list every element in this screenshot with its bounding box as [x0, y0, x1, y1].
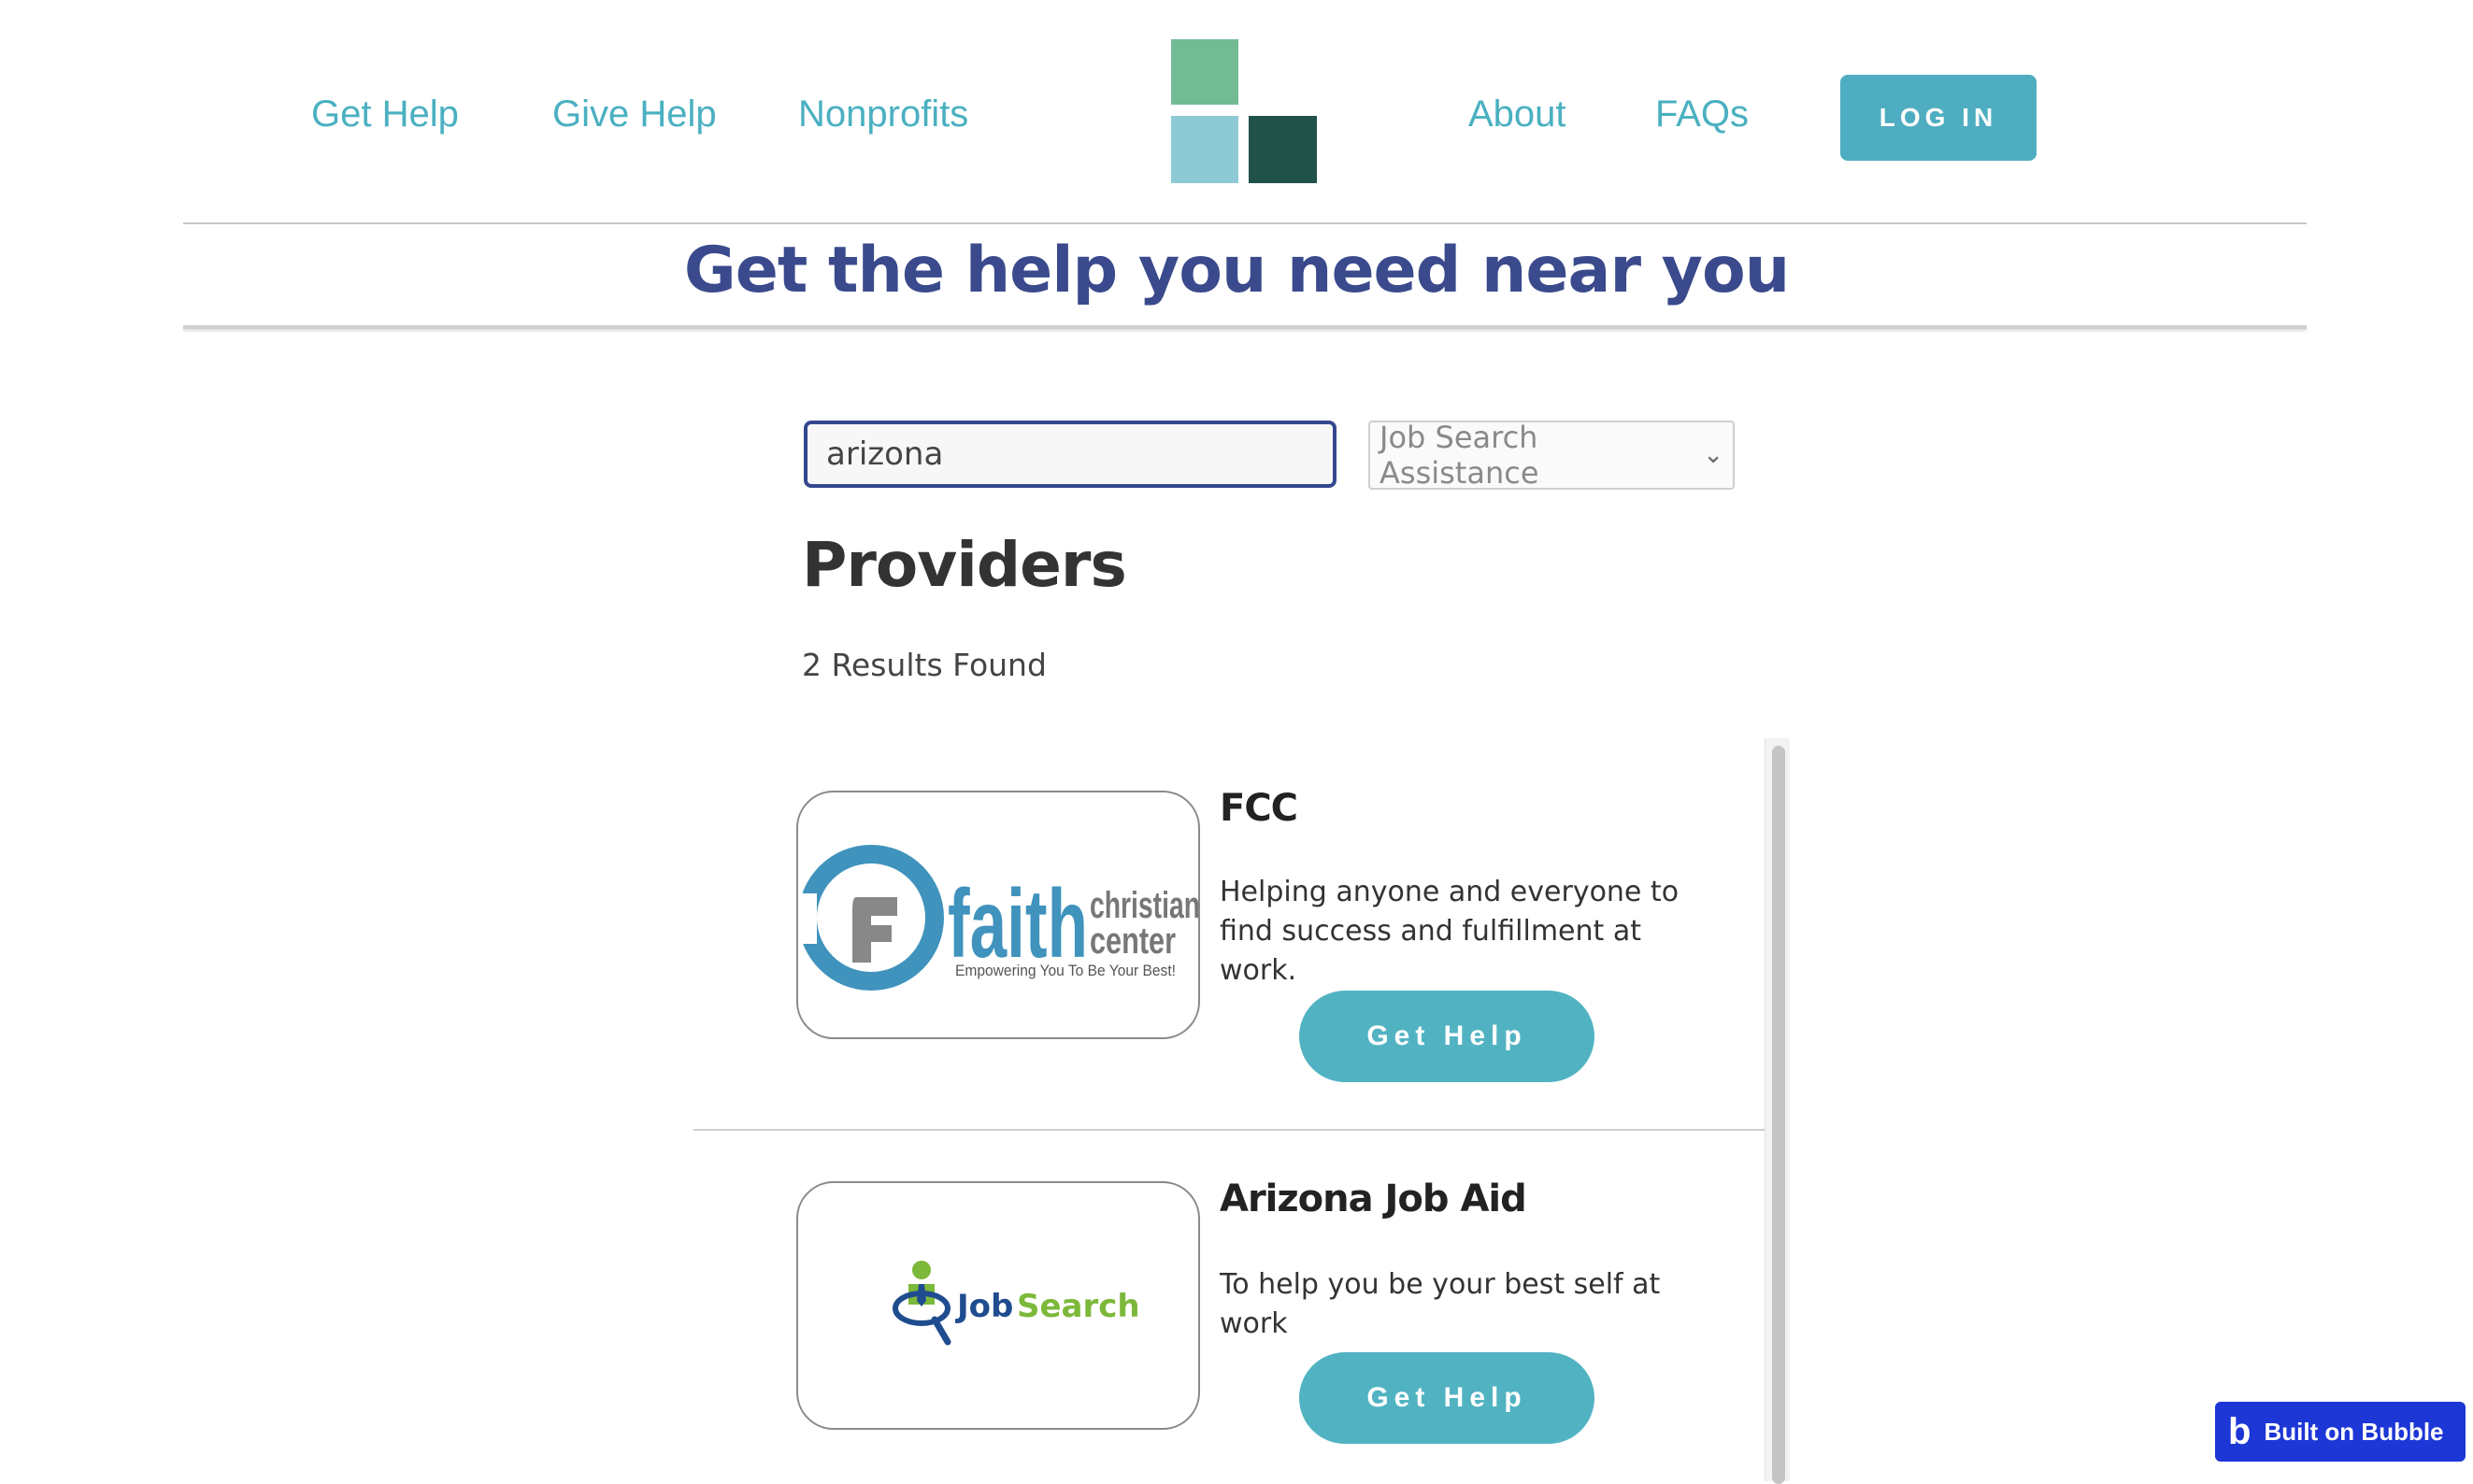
bubble-badge-label: Built on Bubble [2264, 1417, 2444, 1446]
nav-nonprofits[interactable]: Nonprofits [798, 93, 968, 136]
login-button[interactable]: LOG IN [1840, 75, 2037, 161]
built-on-bubble-badge[interactable]: b Built on Bubble [2215, 1402, 2466, 1462]
provider-name: Arizona Job Aid [1220, 1177, 1527, 1220]
bubble-logo-icon: b [2228, 1410, 2251, 1452]
faith-logo-center: center [1090, 920, 1176, 962]
faith-logo-tagline: Empowering You To Be Your Best! [955, 962, 1176, 979]
providers-heading: Providers [802, 529, 1127, 601]
logo-square-top [1171, 39, 1238, 105]
nav-give-help[interactable]: Give Help [552, 93, 717, 136]
nav-faqs[interactable]: FAQs [1655, 93, 1749, 136]
job-logo-word-job: Job [955, 1288, 1013, 1325]
provider-description: To help you be your best self at work [1220, 1268, 1661, 1340]
category-select[interactable]: Job Search Assistance ⌄ [1368, 420, 1735, 491]
site-logo[interactable] [1171, 39, 1317, 183]
category-select-value: Job Search Assistance [1379, 420, 1539, 491]
logo-square-bottom-left [1171, 116, 1238, 183]
card-divider [693, 1129, 1765, 1131]
get-help-button-fcc[interactable]: Get Help [1299, 991, 1594, 1082]
chevron-down-icon: ⌄ [1703, 441, 1723, 469]
location-search-input[interactable] [804, 421, 1337, 488]
job-logo-word-search: Search [1017, 1288, 1140, 1325]
logo-square-bottom-right [1249, 116, 1317, 183]
get-help-button-arizona-job-aid[interactable]: Get Help [1299, 1352, 1594, 1444]
job-search-logo-icon: Job Search [893, 1261, 1140, 1346]
provider-logo-arizona-job-aid: Job Search [796, 1181, 1200, 1430]
nav-get-help[interactable]: Get Help [311, 93, 459, 136]
nav-about[interactable]: About [1468, 93, 1566, 136]
provider-name: FCC [1220, 787, 1298, 830]
results-count: 2 Results Found [802, 647, 1047, 683]
provider-logo-fcc: faith christian center Empowering You To… [796, 791, 1200, 1039]
header-divider [183, 222, 2307, 224]
faith-logo-icon: faith christian center Empowering You To… [798, 845, 1198, 991]
page-title: Get the help you need near you [683, 234, 1790, 307]
hero-divider [183, 325, 2307, 329]
provider-description: Helping anyone and everyone to find succ… [1220, 876, 1680, 987]
list-scrollbar-thumb[interactable] [1772, 746, 1785, 1484]
